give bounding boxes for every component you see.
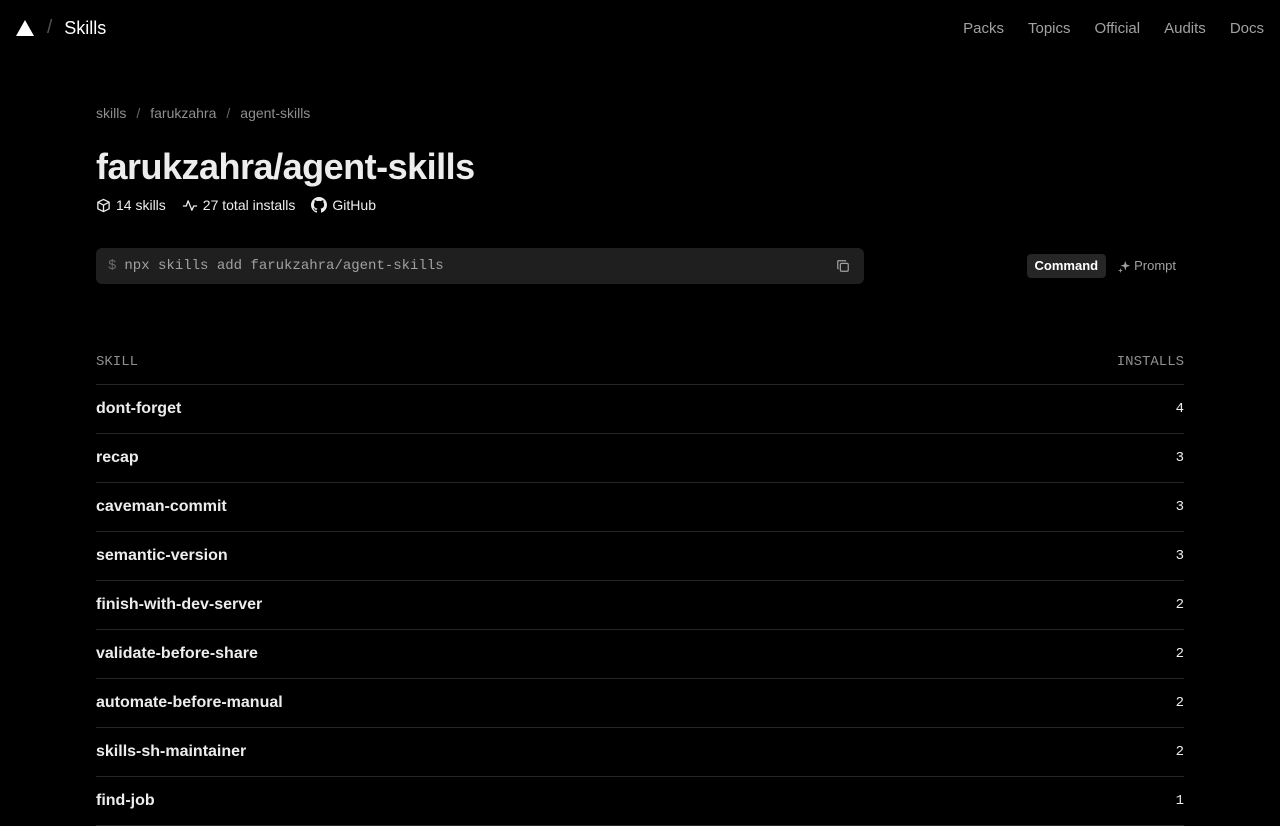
skills-table: SKILL INSTALLS dont-forget 4 recap 3 cav… <box>96 340 1184 826</box>
table-row[interactable]: recap 3 <box>96 434 1184 483</box>
nav-link-packs[interactable]: Packs <box>963 20 1004 37</box>
table-row[interactable]: caveman-commit 3 <box>96 483 1184 532</box>
breadcrumb-current-repo: agent-skills <box>240 105 311 121</box>
skill-installs: 3 <box>1175 548 1184 564</box>
brand-separator: / <box>47 17 53 38</box>
nav-link-audits[interactable]: Audits <box>1164 20 1206 37</box>
breadcrumb-link-owner[interactable]: farukzahra <box>150 105 216 121</box>
triangle-logo-icon[interactable] <box>16 20 34 36</box>
table-row[interactable]: dont-forget 4 <box>96 385 1184 434</box>
table-row[interactable]: find-job 1 <box>96 777 1184 826</box>
nav-link-docs[interactable]: Docs <box>1230 20 1264 37</box>
table-row[interactable]: automate-before-manual 2 <box>96 679 1184 728</box>
install-command-text[interactable]: npx skills add farukzahra/agent-skills <box>124 258 834 274</box>
installs-text: 27 total installs <box>202 197 296 213</box>
table-row[interactable]: skills-sh-maintainer 2 <box>96 728 1184 777</box>
box-icon <box>97 198 110 212</box>
skill-installs: 3 <box>1175 450 1184 466</box>
skill-name[interactable]: skills-sh-maintainer <box>96 743 246 761</box>
column-header-skill: SKILL <box>96 354 139 370</box>
sparkle-icon <box>1118 260 1131 273</box>
skill-name[interactable]: semantic-version <box>96 547 228 565</box>
copy-icon <box>837 260 849 272</box>
skill-installs: 2 <box>1175 646 1184 662</box>
column-header-installs: INSTALLS <box>1116 354 1184 370</box>
skills-count-stat: 14 skills <box>96 197 166 213</box>
toggle-prompt-label: Prompt <box>1134 258 1176 273</box>
breadcrumb-separator: / <box>226 105 231 121</box>
toggle-prompt-button[interactable]: Prompt <box>1110 254 1184 278</box>
skill-name[interactable]: dont-forget <box>96 400 181 418</box>
github-icon <box>311 197 328 213</box>
table-row[interactable]: validate-before-share 2 <box>96 630 1184 679</box>
skill-name[interactable]: validate-before-share <box>96 645 258 663</box>
breadcrumb-link-skills[interactable]: skills <box>96 105 126 121</box>
command-prompt-toggle: Command Prompt <box>1026 254 1184 278</box>
skill-installs: 3 <box>1175 499 1184 515</box>
skills-count-text: 14 skills <box>116 197 166 213</box>
nav-link-topics[interactable]: Topics <box>1028 20 1071 37</box>
shell-prompt-symbol: $ <box>108 258 117 274</box>
main-nav: Packs Topics Official Audits Docs <box>963 20 1264 37</box>
brand-name-link[interactable]: Skills <box>64 18 106 39</box>
github-label: GitHub <box>332 197 376 213</box>
skill-installs: 1 <box>1175 793 1184 809</box>
skill-name[interactable]: caveman-commit <box>96 498 227 516</box>
table-row[interactable]: semantic-version 3 <box>96 532 1184 581</box>
table-header: SKILL INSTALLS <box>96 340 1184 385</box>
top-navbar: / Skills Packs Topics Official Audits Do… <box>0 0 1280 56</box>
page-title: farukzahra/agent-skills <box>96 146 475 187</box>
skill-name[interactable]: automate-before-manual <box>96 694 283 712</box>
activity-icon <box>182 199 198 211</box>
skill-installs: 4 <box>1175 401 1184 417</box>
skill-name[interactable]: recap <box>96 449 139 467</box>
copy-command-button[interactable] <box>834 257 852 275</box>
nav-link-official[interactable]: Official <box>1095 20 1141 37</box>
repo-meta: 14 skills 27 total installs GitHub <box>96 197 392 213</box>
toggle-command-button[interactable]: Command <box>1026 254 1107 278</box>
installs-stat: 27 total installs <box>182 197 296 213</box>
skill-installs: 2 <box>1175 744 1184 760</box>
github-link[interactable]: GitHub <box>311 197 376 213</box>
skill-installs: 2 <box>1175 695 1184 711</box>
table-row[interactable]: finish-with-dev-server 2 <box>96 581 1184 630</box>
breadcrumb: skills / farukzahra / agent-skills <box>96 105 310 121</box>
skill-name[interactable]: find-job <box>96 792 155 810</box>
skill-installs: 2 <box>1175 597 1184 613</box>
breadcrumb-separator: / <box>136 105 141 121</box>
brand: / Skills <box>16 17 106 39</box>
install-command-box[interactable]: $ npx skills add farukzahra/agent-skills <box>96 248 864 284</box>
skill-name[interactable]: finish-with-dev-server <box>96 596 262 614</box>
